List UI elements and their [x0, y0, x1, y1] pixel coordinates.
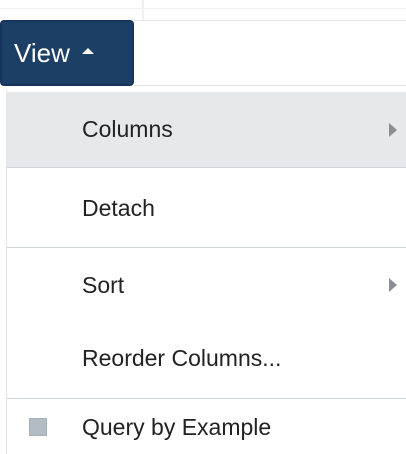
page: View Columns Detach Sort Reorder Columns… [0, 0, 406, 454]
toolbar-strip [134, 20, 406, 86]
menu-separator [7, 167, 406, 168]
menu-separator [7, 247, 406, 248]
chevron-right-icon [389, 122, 397, 137]
menu-item-reorder-columns-label: Reorder Columns... [82, 344, 282, 371]
caret-up-icon [81, 48, 94, 54]
view-menu-button[interactable]: View [0, 20, 134, 86]
menu-separator [7, 398, 406, 399]
menu-item-columns-label: Columns [82, 116, 173, 142]
menu-item-reorder-columns[interactable]: Reorder Columns... [7, 321, 406, 395]
menu-item-sort-label: Sort [82, 271, 125, 298]
menu-item-query-by-example[interactable]: Query by Example [7, 400, 406, 454]
top-divider [0, 8, 406, 9]
menu-item-columns[interactable]: Columns [7, 92, 406, 167]
menu-item-sort[interactable]: Sort [7, 249, 406, 321]
view-dropdown-menu: Columns Detach Sort Reorder Columns... Q… [6, 90, 406, 454]
checkbox-icon[interactable] [29, 418, 47, 436]
menu-item-query-by-example-label: Query by Example [82, 413, 272, 440]
chevron-right-icon [389, 278, 397, 292]
menu-item-detach-label: Detach [82, 194, 155, 221]
view-button-label: View [14, 38, 70, 68]
menu-item-detach[interactable]: Detach [7, 169, 406, 247]
